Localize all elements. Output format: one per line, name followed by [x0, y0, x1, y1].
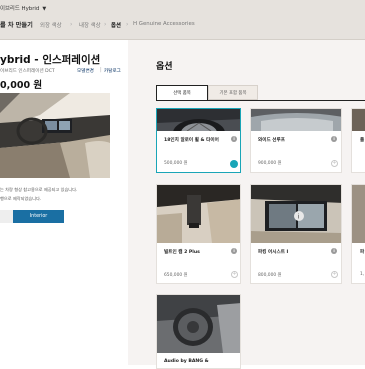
model-selector[interactable]: 이브리드 Hybrid ▼: [0, 4, 46, 12]
option-name: Audio by BANG &: [164, 359, 209, 364]
car-name: ybrid - 인스퍼레이션: [0, 54, 101, 66]
option-price: 900,000 원: [258, 161, 282, 166]
option-image: [352, 185, 365, 243]
option-name: 18인치 알로이 휠 & 타이어: [164, 138, 219, 143]
disclaimer-line-2: 행으로 제작되었습니다.: [0, 196, 42, 201]
info-icon[interactable]: i: [231, 248, 237, 254]
option-card-audio[interactable]: Audio by BANG &: [156, 294, 241, 369]
chevron-right-icon: ›: [70, 20, 73, 28]
info-icon[interactable]: i: [331, 136, 337, 142]
info-icon[interactable]: i: [331, 248, 337, 254]
option-card-partial-1[interactable]: 플: [351, 108, 365, 173]
option-name: 파: [360, 250, 365, 255]
option-price: 800,000 원: [258, 273, 282, 278]
option-name: 빌트인 캠 2 Plus: [164, 250, 200, 255]
trim-name: 이브리드 인스퍼레이션 DCT: [0, 69, 55, 74]
model-selector-label: 이브리드 Hybrid: [0, 6, 40, 12]
tab-included-items[interactable]: 기본 포함 품목: [208, 85, 258, 100]
plus-icon[interactable]: +: [331, 160, 338, 167]
chevron-right-icon: ›: [126, 20, 129, 28]
sunroof-image: [251, 109, 341, 131]
chevron-right-icon: ›: [30, 20, 33, 28]
tab-selectable-items[interactable]: 선택 품목: [156, 85, 208, 100]
breadcrumb-step-exterior[interactable]: 외장 색상: [40, 21, 62, 29]
option-card-wheels[interactable]: 18인치 알로이 휠 & 타이어 i 500,000 원: [156, 108, 241, 173]
section-title: 옵션: [156, 62, 173, 72]
breadcrumb-step-interior[interactable]: 내장 색상: [79, 21, 101, 29]
option-card-sunroof[interactable]: 와이드 선루프 i 900,000 원 +: [250, 108, 342, 173]
wheel-image: [157, 109, 240, 131]
car-interior-image: [0, 93, 110, 178]
disclaimer-line-1: 는 차량 형상 참고용으로 제공되고 있습니다.: [0, 187, 78, 192]
breadcrumb-step-options[interactable]: 옵션: [111, 21, 121, 29]
interior-view-button[interactable]: Interior: [13, 210, 64, 223]
plus-icon[interactable]: +: [231, 271, 238, 278]
divider: [156, 100, 365, 101]
separator: |: [100, 67, 102, 73]
option-price: 500,000 원: [164, 161, 188, 166]
model-change-link[interactable]: 모델변경: [77, 68, 94, 74]
option-name: 플: [360, 138, 365, 143]
dashcam-image: [157, 185, 240, 243]
total-price: 0,000 원: [0, 80, 43, 91]
parking-assist-image: i: [251, 185, 341, 243]
option-price: 650,000 원: [164, 273, 188, 278]
option-name: 파킹 어시스트 I: [258, 250, 289, 255]
option-image: [352, 109, 365, 131]
chevron-right-icon: ›: [104, 20, 107, 28]
info-icon[interactable]: i: [231, 136, 237, 142]
exterior-view-button[interactable]: [0, 210, 13, 223]
plus-icon[interactable]: +: [331, 271, 338, 278]
breadcrumb-step-build[interactable]: 를 차 만들기: [0, 20, 33, 29]
breadcrumb-step-accessories[interactable]: H Genuine Accessories: [133, 21, 195, 27]
speaker-image: [157, 295, 240, 353]
option-card-partial-2[interactable]: 파 1,: [351, 184, 365, 284]
chevron-down-icon[interactable]: ▼: [42, 6, 46, 12]
catalog-link[interactable]: 카탈로그: [104, 68, 121, 74]
checkmark-icon[interactable]: [230, 160, 238, 172]
option-price: 1,: [360, 272, 365, 277]
option-card-parking-assist[interactable]: i 파킹 어시스트 I i 800,000 원 +: [250, 184, 342, 284]
top-bar: 이브리드 Hybrid ▼ 를 차 만들기 › 외장 색상 › 내장 색상 › 옵…: [0, 0, 365, 40]
option-name: 와이드 선루프: [258, 138, 285, 143]
option-card-builtin-cam[interactable]: 빌트인 캠 2 Plus i 650,000 원 +: [156, 184, 241, 284]
